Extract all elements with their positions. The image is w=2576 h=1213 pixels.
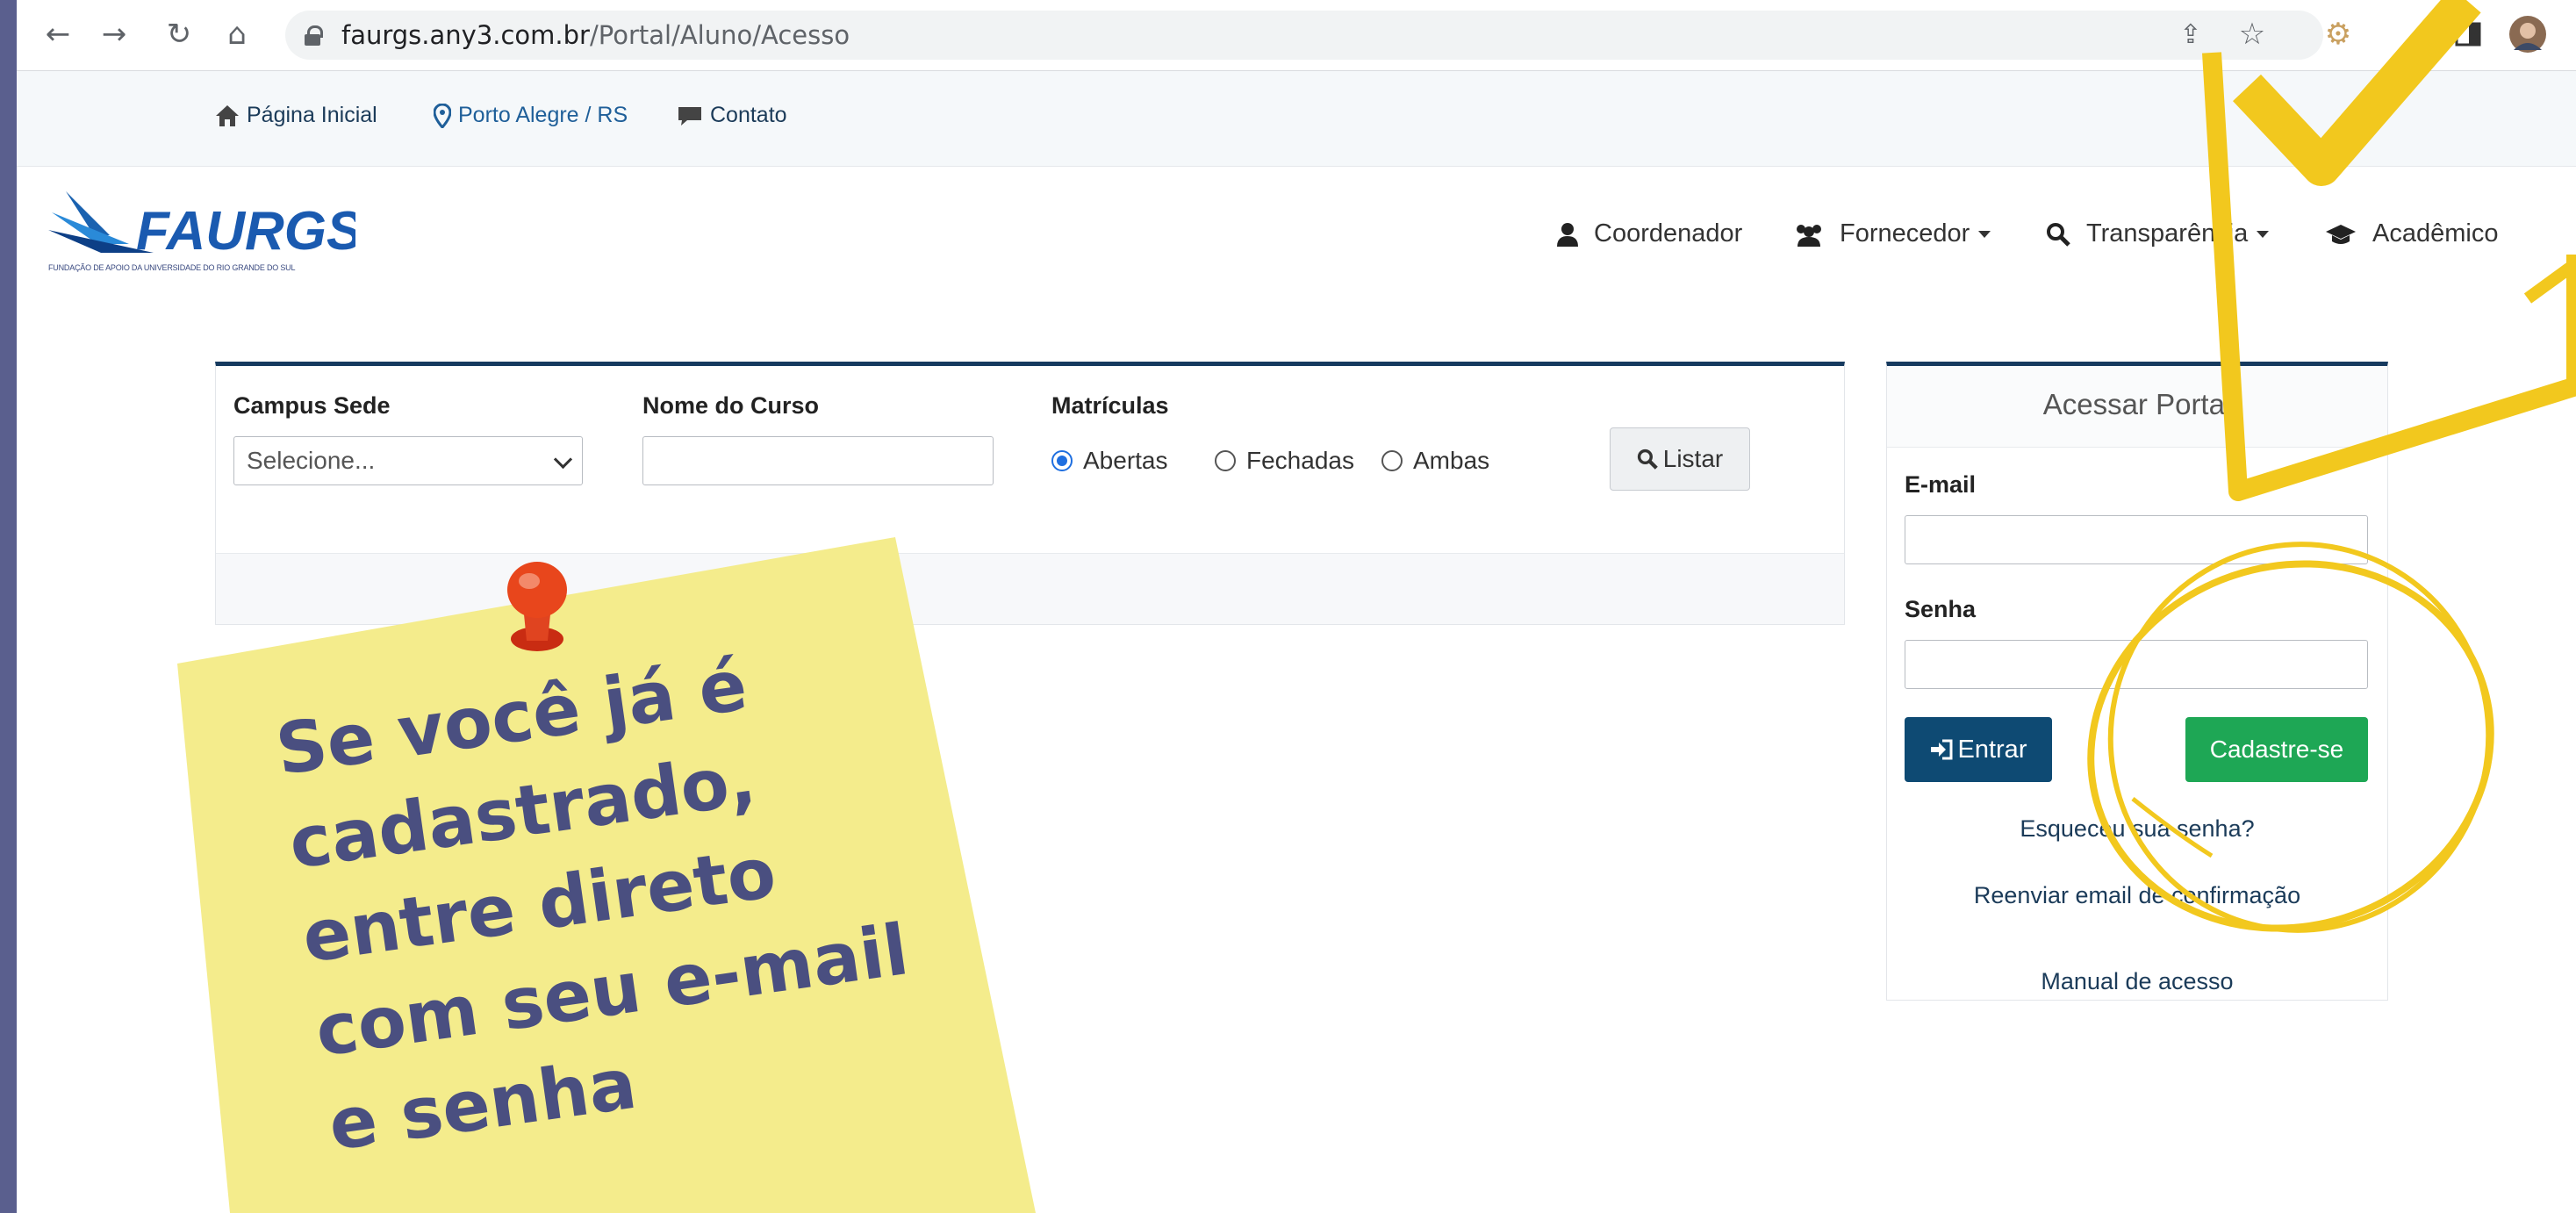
menu-coordenador-label: Coordenador xyxy=(1594,219,1743,248)
email-field[interactable] xyxy=(1905,515,2368,564)
radio-fechadas[interactable]: Fechadas xyxy=(1215,447,1354,475)
user-icon xyxy=(1557,222,1578,247)
campus-label: Campus Sede xyxy=(233,392,391,419)
login-title: Acessar Portal xyxy=(1887,366,2387,448)
reload-icon[interactable]: ↻ xyxy=(157,12,201,56)
login-card: Acessar Portal E-mail Senha Entrar Cadas… xyxy=(1886,362,2388,1001)
location-link[interactable]: Porto Alegre / RS xyxy=(434,103,628,128)
lock-icon xyxy=(305,25,323,46)
side-panel-icon[interactable] xyxy=(2446,12,2490,56)
share-icon[interactable]: ⇪ xyxy=(2169,12,2213,56)
home-link[interactable]: Página Inicial xyxy=(215,103,377,128)
radio-unchecked-icon[interactable] xyxy=(1381,450,1403,471)
resend-confirmation-link[interactable]: Reenviar email de confirmação xyxy=(1887,882,2387,909)
radio-ambas-label: Ambas xyxy=(1413,447,1490,474)
list-button-label: Listar xyxy=(1662,445,1724,472)
radio-ambas[interactable]: Ambas xyxy=(1381,447,1489,475)
house-icon xyxy=(216,104,239,126)
site-topbar: Página Inicial Porto Alegre / RS Contato xyxy=(17,71,2576,167)
home-link-label: Página Inicial xyxy=(247,103,377,127)
signup-button[interactable]: Cadastre-se xyxy=(2185,717,2368,782)
forward-icon[interactable]: → xyxy=(92,12,136,56)
back-icon[interactable]: ← xyxy=(36,12,80,56)
login-button-label: Entrar xyxy=(1957,735,2027,764)
chevron-down-icon xyxy=(553,449,573,470)
course-name-input[interactable] xyxy=(642,436,994,485)
bookmark-star-icon[interactable]: ☆ xyxy=(2230,12,2274,56)
menu-academico-label: Acadêmico xyxy=(2372,219,2499,248)
contact-label: Contato xyxy=(710,103,787,127)
graduation-cap-icon xyxy=(2326,224,2356,244)
search-icon xyxy=(2047,222,2070,247)
enrollment-label: Matrículas xyxy=(1051,392,1169,419)
menu-coordenador[interactable]: Coordenador xyxy=(1557,219,1742,248)
radio-abertas-label: Abertas xyxy=(1083,447,1168,474)
radio-abertas[interactable]: Abertas xyxy=(1051,447,1168,475)
forgot-password-link[interactable]: Esqueceu sua senha? xyxy=(1887,815,2387,843)
menu-fornecedor-label: Fornecedor xyxy=(1840,219,1970,248)
menu-transparencia[interactable]: Transparência xyxy=(2046,219,2270,248)
campus-select[interactable]: Selecione... xyxy=(233,436,583,485)
address-bar[interactable]: faurgs.any3.com.br/Portal/Aluno/Acesso xyxy=(285,11,2323,60)
campus-select-value: Selecione... xyxy=(247,447,376,474)
faurgs-logo[interactable]: FAURGS xyxy=(48,188,362,268)
list-button[interactable]: Listar xyxy=(1610,427,1750,491)
menu-academico[interactable]: Acadêmico xyxy=(2325,219,2498,248)
url-host: faurgs.any3.com.br xyxy=(341,20,590,50)
caret-down-icon xyxy=(1978,230,1991,238)
access-manual-link[interactable]: Manual de acesso xyxy=(1887,968,2387,995)
profile-avatar[interactable] xyxy=(2506,12,2550,56)
password-label: Senha xyxy=(1905,596,1977,622)
users-icon xyxy=(1797,224,1821,247)
location-label: Porto Alegre / RS xyxy=(458,103,628,127)
browser-toolbar: ← → ↻ ⌂ faurgs.any3.com.br/Portal/Aluno/… xyxy=(17,0,2576,71)
logo-subtitle: FUNDAÇÃO DE APOIO DA UNIVERSIDADE DO RIO… xyxy=(48,263,296,272)
home-icon[interactable]: ⌂ xyxy=(215,12,259,56)
comment-icon xyxy=(678,106,701,126)
signup-button-label: Cadastre-se xyxy=(2209,736,2344,763)
menu-fornecedor[interactable]: Fornecedor xyxy=(1794,219,1991,248)
contact-link[interactable]: Contato xyxy=(677,103,787,128)
menu-transparencia-label: Transparência xyxy=(2086,219,2249,248)
sign-in-icon xyxy=(1930,739,1952,760)
login-button[interactable]: Entrar xyxy=(1905,717,2052,782)
radio-checked-icon[interactable] xyxy=(1051,450,1073,471)
caret-down-icon xyxy=(2257,230,2270,238)
sticky-note-text: Se você já é cadastrado, entre direto co… xyxy=(270,621,927,1173)
search-icon xyxy=(1637,449,1658,470)
panel-footer xyxy=(216,553,1844,624)
radio-unchecked-icon[interactable] xyxy=(1215,450,1236,471)
password-field[interactable] xyxy=(1905,640,2368,689)
course-name-label: Nome do Curso xyxy=(642,392,820,419)
email-label: E-mail xyxy=(1905,471,1977,498)
url-path: /Portal/Aluno/Acesso xyxy=(589,20,850,50)
radio-fechadas-label: Fechadas xyxy=(1246,447,1354,474)
svg-text:FAURGS: FAURGS xyxy=(136,201,355,262)
map-marker-icon xyxy=(434,103,451,128)
course-filter-panel: Campus Sede Selecione... Nome do Curso M… xyxy=(215,362,1845,625)
extension-icon[interactable]: ⚙ xyxy=(2316,12,2360,56)
